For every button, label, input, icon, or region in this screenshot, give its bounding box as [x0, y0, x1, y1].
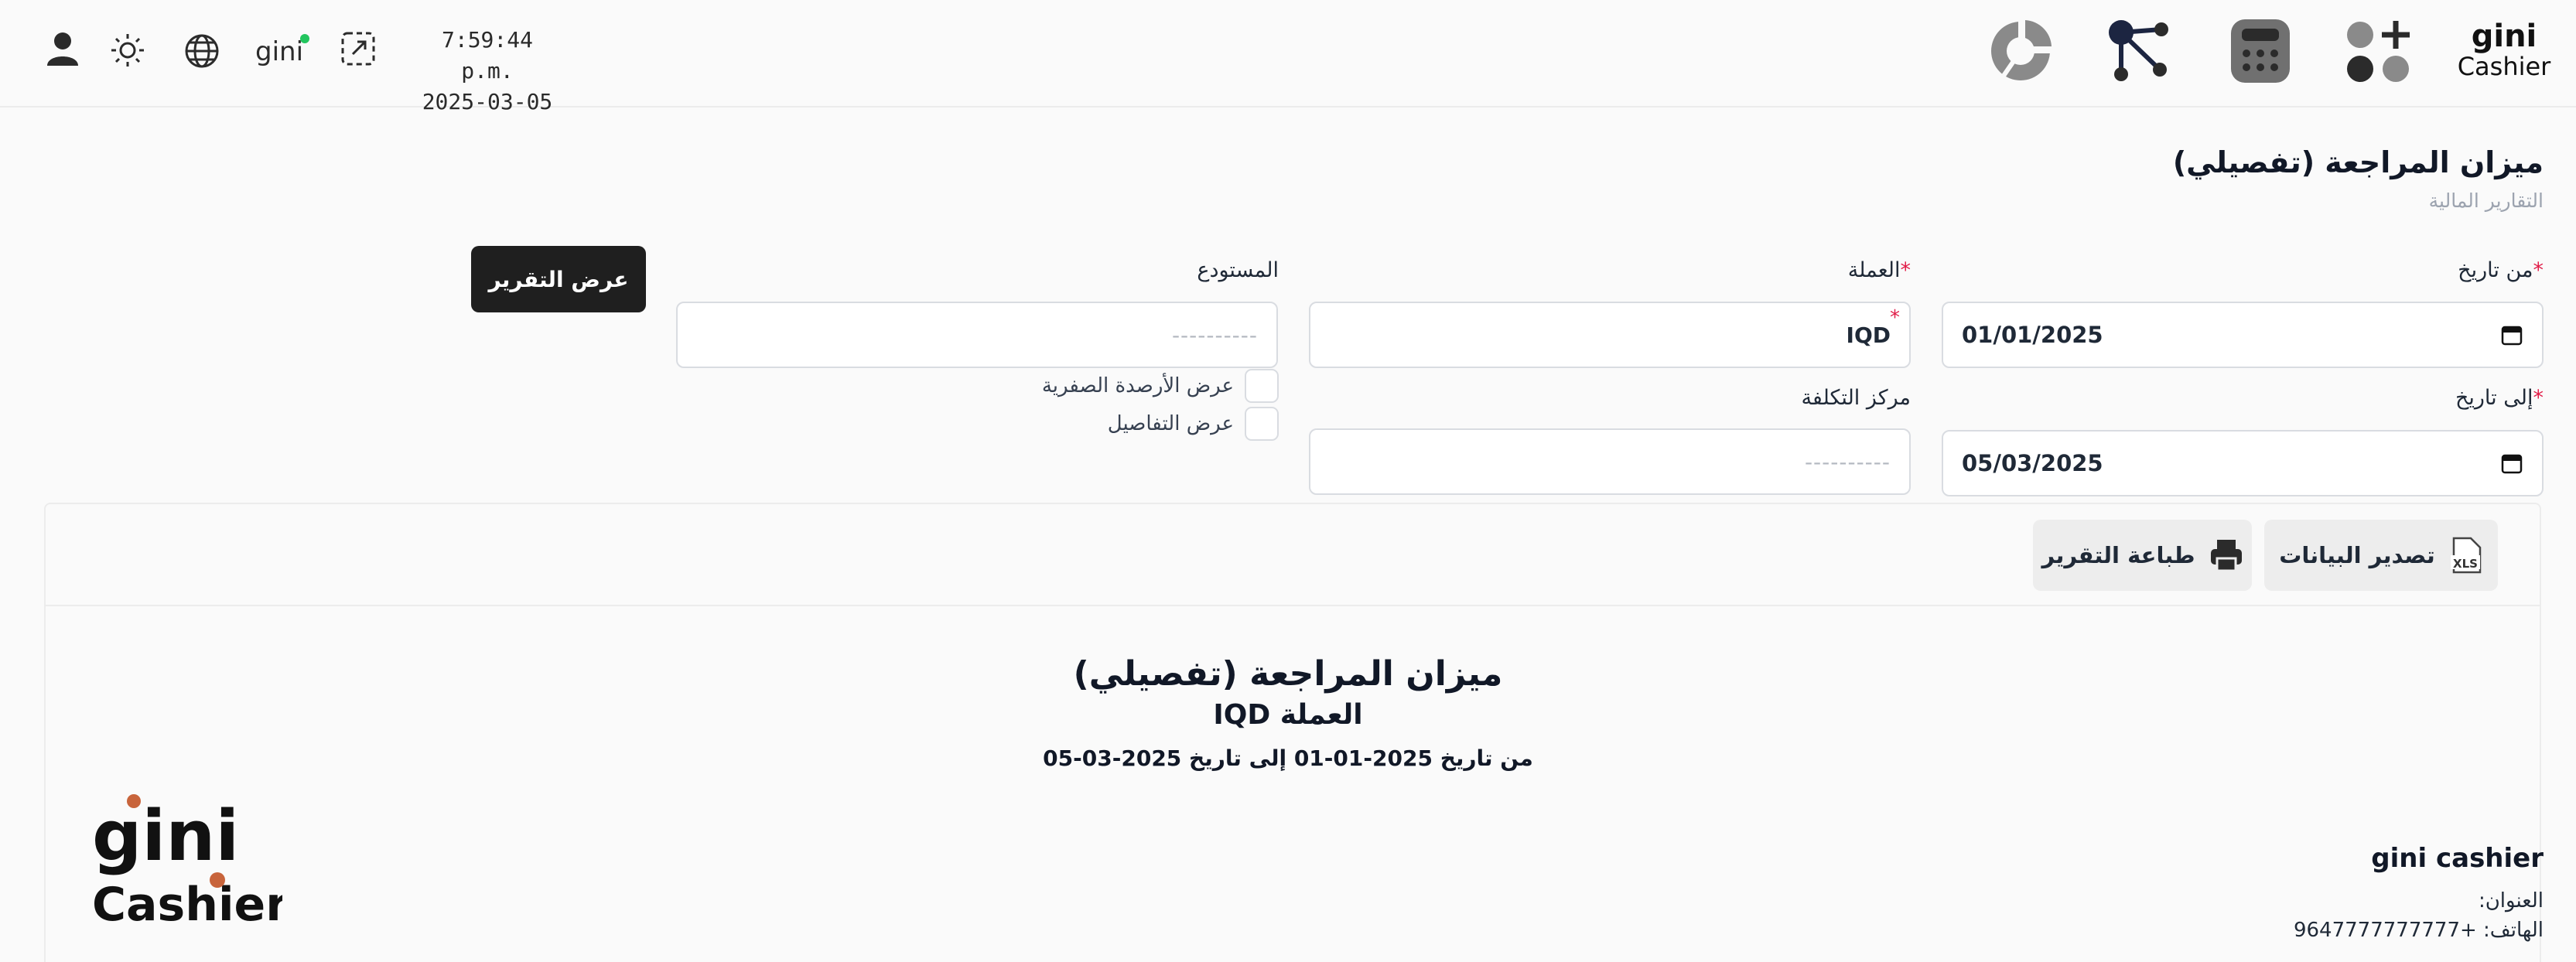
app-logo-line2: Cashier [2457, 52, 2551, 81]
cost-center-select[interactable]: ---------- [1309, 428, 1911, 495]
currency-label: *العملة [1848, 258, 1911, 282]
to-date-label-text: إلى تاريخ [2455, 386, 2533, 410]
gini-status-icon[interactable]: gini [254, 29, 309, 70]
fullscreen-exit-icon[interactable] [339, 29, 378, 68]
export-data-label: تصدير البيانات [2279, 542, 2435, 568]
to-date-input[interactable]: 05/03/2025 [1942, 430, 2544, 496]
currency-select[interactable]: * IQD [1309, 302, 1911, 368]
warehouse-placeholder: ---------- [1171, 322, 1258, 348]
cost-center-label: مركز التكلفة [1801, 386, 1911, 410]
report-panel: XLS تصدير البيانات طباعة التقرير [44, 503, 2541, 962]
required-mark: * [1890, 306, 1900, 329]
clock: 7:59:44 p.m. 2025-03-05 [410, 25, 565, 118]
from-date-value: 01/01/2025 [1962, 322, 2103, 348]
to-date-value: 05/03/2025 [1962, 450, 2103, 476]
required-mark: * [2533, 386, 2544, 410]
show-details-label[interactable]: عرض التفاصيل [1108, 412, 1234, 435]
clock-date: 2025-03-05 [422, 89, 553, 114]
company-phone: الهاتف: +9647777777777 [2293, 919, 2544, 942]
export-data-button[interactable]: XLS تصدير البيانات [2264, 520, 2498, 591]
report-currency: العملة IQD [1213, 699, 1363, 731]
warehouse-select[interactable]: ---------- [676, 302, 1278, 368]
printer-icon [2210, 540, 2242, 572]
calendar-icon[interactable] [2500, 323, 2523, 346]
report-logo-line1: gini [92, 796, 239, 877]
globe-icon[interactable] [182, 31, 222, 71]
show-report-button[interactable]: عرض التقرير [471, 246, 646, 312]
report-toolbar: XLS تصدير البيانات طباعة التقرير [46, 504, 2540, 606]
network-nodes-icon[interactable] [2106, 17, 2175, 87]
print-report-label: طباعة التقرير [2041, 542, 2195, 568]
app-logo-line1: gini [2471, 19, 2537, 54]
xls-icon: XLS [2450, 537, 2482, 574]
user-icon[interactable] [43, 29, 82, 68]
required-mark: * [1900, 258, 1912, 282]
calculator-icon[interactable] [2228, 17, 2293, 85]
clock-time: 7:59:44 p.m. [441, 27, 533, 84]
cost-center-placeholder: ---------- [1804, 449, 1891, 475]
pie-chart-icon[interactable] [1987, 17, 2055, 85]
sun-icon[interactable] [108, 31, 147, 70]
from-date-label: *من تاريخ [2458, 258, 2544, 282]
required-mark: * [2533, 258, 2544, 282]
show-zero-balances-checkbox[interactable] [1245, 369, 1279, 403]
svg-text:gini: gini [255, 36, 303, 67]
currency-label-text: العملة [1847, 258, 1901, 282]
from-date-input[interactable]: 01/01/2025 [1942, 302, 2544, 368]
show-details-checkbox[interactable] [1245, 407, 1279, 441]
page-title: ميزان المراجعة (تفصيلي) [2172, 145, 2544, 179]
report-title: ميزان المراجعة (تفصيلي) [1073, 654, 1503, 694]
show-zero-balances-label[interactable]: عرض الأرصدة الصفرية [1042, 374, 1234, 397]
app-logo[interactable]: gini Cashier [2457, 15, 2551, 85]
warehouse-label: المستودع [1197, 258, 1279, 282]
company-name: gini cashier [2371, 843, 2544, 874]
print-report-button[interactable]: طباعة التقرير [2033, 520, 2252, 591]
company-address: العنوان: [2478, 889, 2544, 913]
show-details-row[interactable]: عرض التفاصيل [1108, 407, 1279, 441]
apps-add-icon[interactable] [2344, 17, 2414, 87]
currency-value: IQD [1846, 322, 1891, 348]
show-zero-balances-row[interactable]: عرض الأرصدة الصفرية [1042, 369, 1279, 403]
to-date-label: *إلى تاريخ [2455, 386, 2544, 410]
report-logo: gini Cashier [89, 789, 289, 932]
top-bar: gini 7:59:44 p.m. 2025-03-05 gini Cashie… [0, 0, 2576, 114]
report-logo-line2: Cashier [92, 878, 282, 928]
calendar-icon[interactable] [2500, 452, 2523, 475]
report-date-range: من تاريخ 2025-01-01 إلى تاريخ 2025-03-05 [1043, 745, 1533, 771]
breadcrumb[interactable]: التقارير المالية [2429, 189, 2544, 212]
from-date-label-text: من تاريخ [2458, 258, 2533, 282]
xls-badge: XLS [2453, 557, 2478, 571]
